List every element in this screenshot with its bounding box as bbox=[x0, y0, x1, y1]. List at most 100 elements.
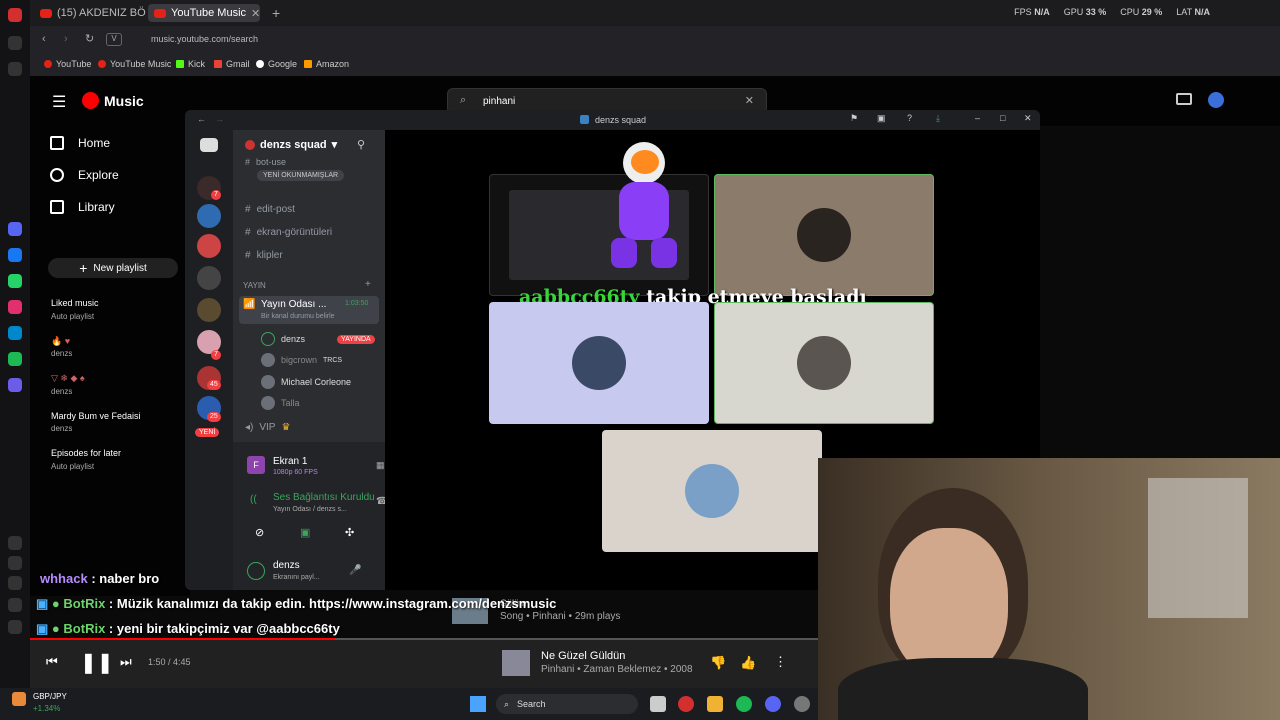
next-icon[interactable]: ⏭ bbox=[120, 654, 132, 670]
telegram-icon[interactable] bbox=[8, 326, 22, 340]
avatar[interactable] bbox=[1208, 92, 1224, 108]
category-yayin[interactable]: YAYIN bbox=[243, 281, 266, 290]
bookmark-kick[interactable]: Kick bbox=[176, 59, 205, 69]
close-tab-icon[interactable]: ✕ bbox=[251, 7, 260, 20]
vpn-icon[interactable]: V bbox=[106, 33, 122, 46]
star-icon[interactable] bbox=[8, 62, 22, 76]
taskbar-search[interactable]: ⌕ Search bbox=[496, 694, 638, 714]
pause-button[interactable]: ❚❚ bbox=[80, 650, 114, 675]
new-playlist-button[interactable]: + New playlist bbox=[48, 258, 178, 278]
bookmark-google[interactable]: Google bbox=[256, 59, 297, 69]
discord-taskbar-icon[interactable] bbox=[765, 696, 781, 712]
reload-icon[interactable]: ↻ bbox=[85, 32, 94, 45]
more-icon[interactable]: ⋮ bbox=[774, 654, 787, 670]
unread-pill[interactable]: YENİ OKUNMAMIŞLAR bbox=[257, 170, 345, 181]
minimize-icon[interactable]: – bbox=[975, 113, 980, 123]
stream-settings-icon[interactable]: ▦ bbox=[376, 460, 385, 471]
user-tile[interactable] bbox=[602, 430, 822, 552]
progress-track[interactable] bbox=[30, 638, 820, 640]
screen-share-icon[interactable]: ▣ bbox=[300, 526, 310, 539]
box-icon[interactable] bbox=[8, 576, 22, 590]
forward-icon[interactable]: › bbox=[64, 33, 68, 45]
voice-user[interactable]: denzs YAYINDA bbox=[261, 332, 375, 346]
user-tile[interactable] bbox=[714, 174, 934, 296]
playlist-name[interactable]: Liked music bbox=[51, 298, 99, 308]
user-tile[interactable] bbox=[489, 302, 709, 424]
bookmark-youtube-music[interactable]: YouTube Music bbox=[98, 59, 171, 69]
user-tile[interactable] bbox=[714, 302, 934, 424]
opera-taskbar-icon[interactable] bbox=[678, 696, 694, 712]
download-icon[interactable]: ⤓ bbox=[936, 113, 940, 124]
clear-search-icon[interactable]: ✕ bbox=[745, 94, 754, 107]
emoji-playlist-icon[interactable]: ▽ ❄ ◆ ♠ bbox=[51, 373, 85, 384]
messenger-icon[interactable] bbox=[8, 248, 22, 262]
file-explorer-icon[interactable] bbox=[707, 696, 723, 712]
server-icon[interactable] bbox=[197, 266, 221, 290]
nav-home[interactable]: Home bbox=[50, 136, 110, 150]
camera-off-icon[interactable]: ⊘ bbox=[255, 526, 264, 539]
inbox-flag-icon[interactable]: ⚑ bbox=[850, 113, 858, 124]
search-input[interactable]: pinhani bbox=[483, 96, 515, 107]
activities-icon[interactable]: ✣ bbox=[345, 526, 354, 539]
channel-edit-post[interactable]: # edit-post bbox=[245, 204, 295, 215]
back-icon[interactable]: ← bbox=[197, 114, 206, 124]
history-icon[interactable] bbox=[8, 556, 22, 570]
windows-start-icon[interactable] bbox=[470, 696, 486, 712]
close-icon[interactable]: ✕ bbox=[1024, 113, 1032, 124]
settings-icon[interactable] bbox=[8, 598, 22, 612]
channel-vip[interactable]: ◂) VIP ♛ bbox=[245, 422, 290, 433]
voice-channel-yayin[interactable]: 📶 Yayın Odası ... 1:03:50 Bir kanal duru… bbox=[239, 296, 379, 324]
bulb-icon[interactable] bbox=[8, 620, 22, 634]
instagram-icon[interactable] bbox=[8, 300, 22, 314]
add-channel-icon[interactable]: + bbox=[365, 279, 371, 290]
tab-akdeniz[interactable]: (15) AKDENIZ BÖLGESİ'NE bbox=[34, 4, 146, 22]
url-field[interactable]: music.youtube.com/search bbox=[151, 34, 258, 44]
voice-user[interactable]: bigcrown TRCS bbox=[261, 353, 342, 367]
settings-taskbar-icon[interactable] bbox=[794, 696, 810, 712]
back-icon[interactable]: ‹ bbox=[42, 33, 46, 45]
menu-icon[interactable]: ☰ bbox=[52, 92, 66, 112]
home-icon[interactable] bbox=[8, 36, 22, 50]
album-art[interactable] bbox=[502, 650, 530, 676]
nav-library[interactable]: Library bbox=[50, 200, 115, 214]
now-playing-meta[interactable]: Pinhani • Zaman Beklemez • 2008 bbox=[541, 664, 693, 675]
spotify-taskbar-icon[interactable] bbox=[736, 696, 752, 712]
bookmark-gmail[interactable]: Gmail bbox=[214, 59, 250, 69]
inbox-icon[interactable]: ▣ bbox=[877, 113, 886, 124]
new-tab-button[interactable]: + bbox=[266, 4, 284, 22]
help-icon[interactable]: ? bbox=[907, 113, 912, 123]
nav-explore[interactable]: Explore bbox=[50, 168, 119, 182]
bookmark-youtube[interactable]: YouTube bbox=[44, 59, 91, 69]
like-icon[interactable]: 👍 bbox=[740, 655, 756, 671]
channel-partial[interactable]: # bot-use bbox=[245, 157, 286, 167]
discord-home-icon[interactable] bbox=[200, 138, 218, 152]
fire-heart-emoji-icon[interactable]: 🔥 ♥ bbox=[51, 336, 70, 347]
cast-icon[interactable] bbox=[1176, 93, 1192, 105]
player-icon[interactable] bbox=[8, 378, 22, 392]
invite-icon[interactable]: ⚲ bbox=[357, 138, 365, 151]
ytm-logo[interactable]: Music bbox=[82, 92, 144, 109]
voice-user[interactable]: Michael Corleone bbox=[261, 375, 351, 389]
channel-ekran-goruntuleri[interactable]: # ekran-görüntüleri bbox=[245, 227, 332, 238]
new-unread-pill[interactable]: YENİ bbox=[195, 428, 220, 437]
bookmark-amazon[interactable]: Amazon bbox=[304, 59, 349, 69]
heart-icon[interactable] bbox=[8, 536, 22, 550]
now-playing-title[interactable]: Ne Güzel Güldün bbox=[541, 650, 625, 662]
previous-icon[interactable]: ⏮ bbox=[46, 654, 58, 670]
server-header[interactable]: denzs squad ▾ bbox=[245, 138, 337, 151]
task-view-icon[interactable] bbox=[650, 696, 666, 712]
server-icon[interactable] bbox=[197, 204, 221, 228]
server-icon[interactable] bbox=[197, 298, 221, 322]
forward-icon[interactable]: → bbox=[215, 114, 224, 124]
maximize-icon[interactable]: □ bbox=[1000, 113, 1005, 123]
playlist-name[interactable]: Mardy Bum ve Fedaisi bbox=[51, 411, 141, 421]
voice-user[interactable]: Talla bbox=[261, 396, 300, 410]
channel-klipler[interactable]: # klipler bbox=[245, 250, 283, 261]
server-icon[interactable] bbox=[197, 234, 221, 258]
spotify-icon[interactable] bbox=[8, 352, 22, 366]
playlist-name[interactable]: Episodes for later bbox=[51, 448, 121, 458]
whatsapp-icon[interactable] bbox=[8, 274, 22, 288]
dislike-icon[interactable]: 👎 bbox=[710, 655, 726, 671]
tab-youtube-music[interactable]: YouTube Music ✕ bbox=[148, 4, 260, 22]
aria-icon[interactable] bbox=[8, 222, 22, 236]
